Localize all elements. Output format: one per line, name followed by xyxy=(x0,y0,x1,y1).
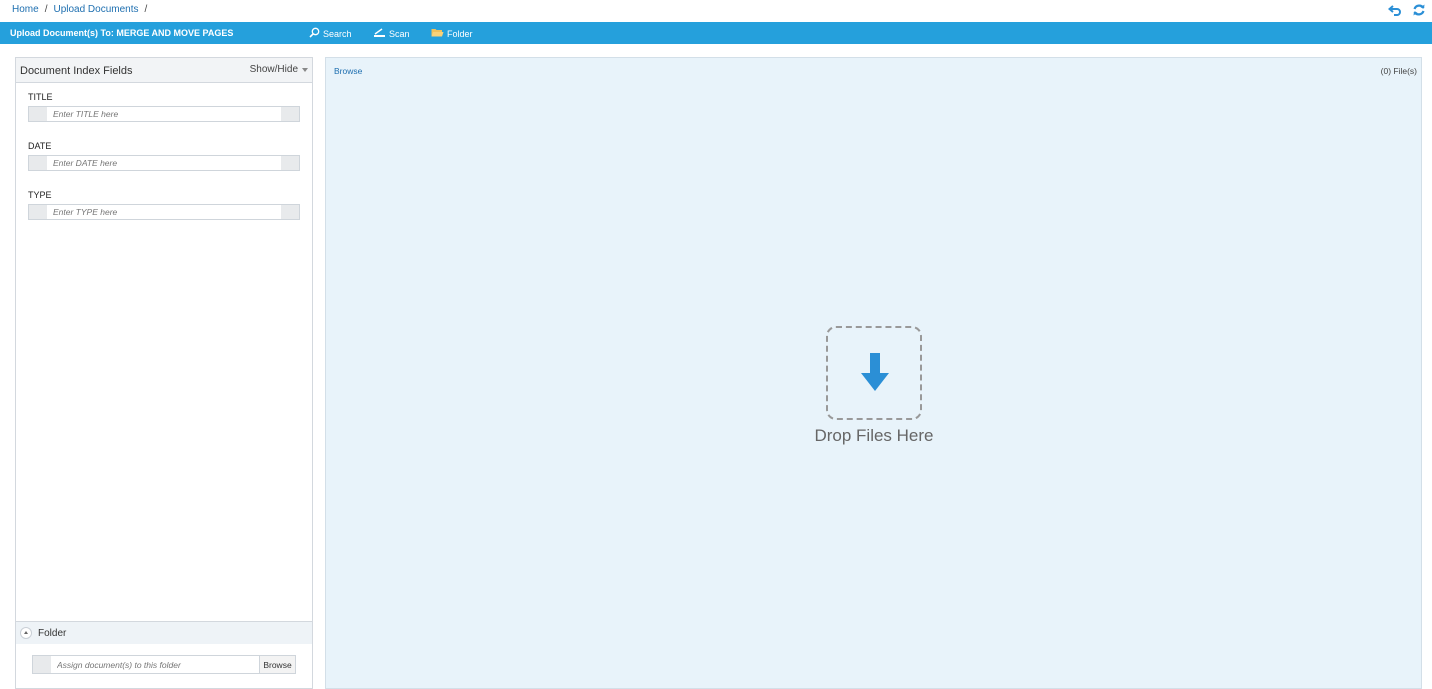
scan-label: Scan xyxy=(389,28,410,39)
index-panel-header: Document Index Fields Show/Hide xyxy=(16,58,312,82)
scan-button[interactable]: Scan xyxy=(373,27,410,40)
breadcrumb-upload-documents[interactable]: Upload Documents xyxy=(53,4,138,15)
type-input[interactable] xyxy=(47,205,281,219)
refresh-icon[interactable] xyxy=(1412,3,1426,17)
field-label: DATE xyxy=(28,141,52,151)
field-addon-left xyxy=(29,156,47,170)
folder-browse-button[interactable]: Browse xyxy=(259,656,295,673)
folder-icon xyxy=(431,27,444,40)
field-addon-right[interactable] xyxy=(281,107,299,121)
field-addon-left xyxy=(29,107,47,121)
folder-button[interactable]: Folder xyxy=(431,27,473,40)
chevron-down-icon xyxy=(302,64,308,75)
index-fields-list: TITLE DATE TYPE xyxy=(16,82,312,622)
folder-section-label: Folder xyxy=(38,628,67,639)
file-drop-zone[interactable]: Browse (0) File(s) Drop Files Here xyxy=(325,57,1422,689)
date-field xyxy=(28,155,300,171)
type-field xyxy=(28,204,300,220)
drop-files-text: Drop Files Here xyxy=(814,426,934,445)
field-label: TYPE xyxy=(28,190,52,200)
show-hide-label: Show/Hide xyxy=(249,64,298,75)
search-icon xyxy=(309,27,320,40)
collapse-toggle-icon[interactable] xyxy=(20,627,32,639)
folder-assign-field: Browse xyxy=(32,655,296,674)
show-hide-dropdown[interactable]: Show/Hide xyxy=(250,64,308,75)
toolbar-title: Upload Document(s) To: MERGE AND MOVE PA… xyxy=(10,28,234,38)
index-field-date: DATE xyxy=(28,141,300,171)
field-label: TITLE xyxy=(28,92,53,102)
field-addon-left xyxy=(29,205,47,219)
download-arrow-icon xyxy=(861,353,889,398)
index-field-type: TYPE xyxy=(28,190,300,220)
search-button[interactable]: Search xyxy=(309,27,352,40)
field-addon-left xyxy=(33,656,51,673)
drop-target-box xyxy=(826,326,922,420)
title-field xyxy=(28,106,300,122)
breadcrumb-separator: / xyxy=(144,4,148,15)
search-label: Search xyxy=(323,28,352,39)
folder-input[interactable] xyxy=(51,656,259,673)
breadcrumb-home[interactable]: Home xyxy=(12,4,39,15)
field-addon-right[interactable] xyxy=(281,156,299,170)
file-count: (0) File(s) xyxy=(1380,66,1417,76)
back-arrow-icon[interactable] xyxy=(1388,3,1402,17)
upload-toolbar: Upload Document(s) To: MERGE AND MOVE PA… xyxy=(0,22,1432,44)
scanner-icon xyxy=(373,27,386,40)
top-bar: Home / Upload Documents / xyxy=(0,0,1432,21)
index-panel-title: Document Index Fields xyxy=(20,65,133,77)
title-input[interactable] xyxy=(47,107,281,121)
folder-label: Folder xyxy=(447,28,473,39)
breadcrumb-separator: / xyxy=(44,4,48,15)
field-addon-right[interactable] xyxy=(281,205,299,219)
folder-section-header: Folder xyxy=(16,622,312,644)
document-index-panel: Document Index Fields Show/Hide TITLE DA… xyxy=(15,57,313,689)
browse-link[interactable]: Browse xyxy=(334,66,362,76)
date-input[interactable] xyxy=(47,156,281,170)
breadcrumb: Home / Upload Documents / xyxy=(12,4,147,15)
index-field-title: TITLE xyxy=(28,92,300,122)
